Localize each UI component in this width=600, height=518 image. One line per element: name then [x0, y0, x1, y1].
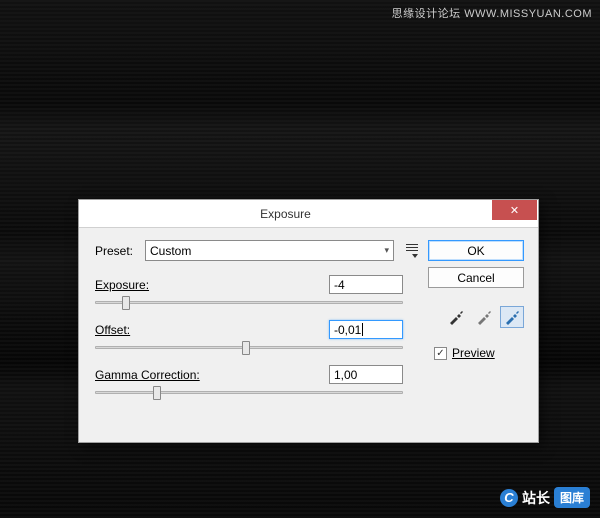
slider-track: [95, 301, 403, 304]
eyedropper-gray-icon[interactable]: [472, 306, 496, 328]
watermark-bottom: C 站长 图库: [500, 487, 590, 508]
preset-select[interactable]: Custom ▾: [145, 240, 394, 261]
exposure-slider[interactable]: [95, 296, 403, 310]
chevron-down-icon: ▾: [384, 245, 389, 256]
offset-input[interactable]: -0,01: [329, 320, 403, 339]
ok-button[interactable]: OK: [428, 240, 524, 261]
gamma-slider[interactable]: [95, 386, 403, 400]
left-panel: Preset: Custom ▾ Exposure: -4: [95, 240, 418, 410]
preset-menu-icon[interactable]: [402, 244, 418, 258]
titlebar[interactable]: Exposure ✕: [79, 200, 538, 228]
watermark-badge: 图库: [554, 487, 590, 508]
slider-track: [95, 391, 403, 394]
preview-label[interactable]: Preview: [452, 346, 495, 360]
slider-thumb[interactable]: [122, 296, 130, 310]
close-icon: ✕: [510, 204, 519, 217]
watermark-logo-icon: C: [500, 489, 518, 507]
exposure-label[interactable]: Exposure:: [95, 278, 149, 292]
preset-label: Preset:: [95, 244, 137, 258]
exposure-input[interactable]: -4: [329, 275, 403, 294]
text-cursor: [362, 323, 363, 336]
eyedropper-white-icon[interactable]: [500, 306, 524, 328]
eyedropper-black-icon[interactable]: [444, 306, 468, 328]
offset-value: -0,01: [334, 323, 361, 337]
exposure-dialog: Exposure ✕ Preset: Custom ▾ Exposure:: [78, 199, 539, 443]
preset-value: Custom: [150, 244, 191, 258]
dialog-title: Exposure: [79, 207, 492, 221]
gamma-group: Gamma Correction: 1,00: [95, 365, 403, 400]
close-button[interactable]: ✕: [492, 200, 537, 220]
exposure-group: Exposure: -4: [95, 275, 403, 310]
slider-thumb[interactable]: [242, 341, 250, 355]
gamma-label[interactable]: Gamma Correction:: [95, 368, 200, 382]
dialog-body: Preset: Custom ▾ Exposure: -4: [79, 228, 538, 420]
preview-row: ✓ Preview: [428, 346, 524, 360]
watermark-text1: 站长: [522, 488, 550, 508]
eyedropper-row: [428, 306, 524, 328]
preset-row: Preset: Custom ▾: [95, 240, 418, 261]
offset-label[interactable]: Offset:: [95, 323, 130, 337]
gamma-input[interactable]: 1,00: [329, 365, 403, 384]
slider-thumb[interactable]: [153, 386, 161, 400]
watermark-top: 思缘设计论坛 WWW.MISSYUAN.COM: [392, 5, 592, 21]
preview-checkbox[interactable]: ✓: [434, 347, 447, 360]
cancel-button[interactable]: Cancel: [428, 267, 524, 288]
right-panel: OK Cancel ✓ Preview: [428, 240, 524, 410]
offset-slider[interactable]: [95, 341, 403, 355]
offset-group: Offset: -0,01: [95, 320, 403, 355]
